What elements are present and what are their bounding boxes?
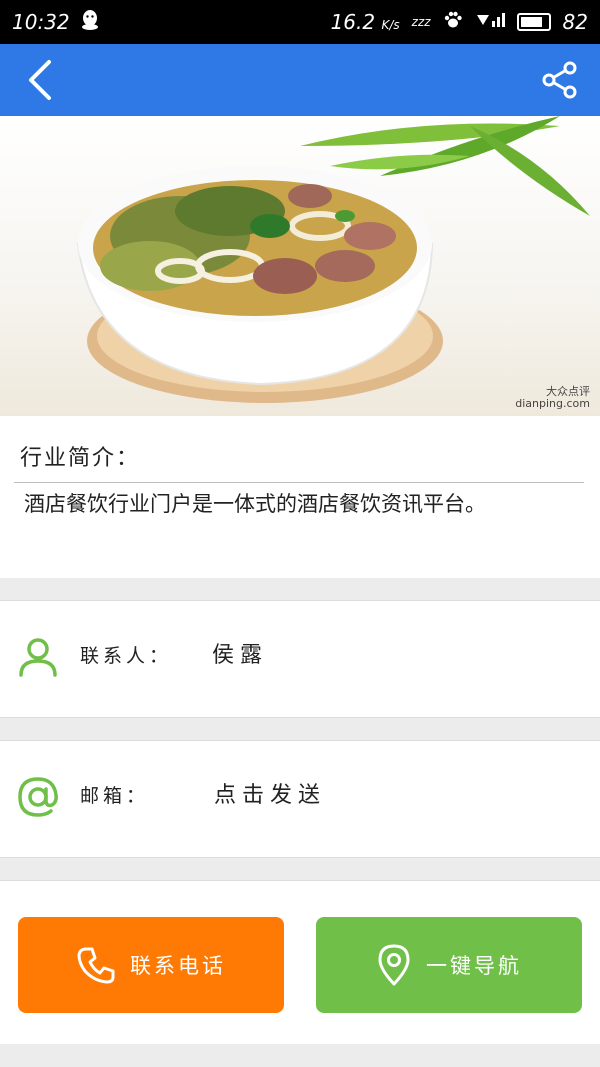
call-button[interactable]: 联系电话	[18, 917, 284, 1013]
email-card[interactable]: 邮箱： 点击发送	[0, 740, 600, 858]
qq-icon	[80, 9, 100, 36]
intro-text: 酒店餐饮行业门户是一体式的酒店餐饮资讯平台。	[24, 492, 486, 516]
chevron-left-icon	[29, 60, 51, 100]
network-speed: 16.2 K/s	[330, 10, 400, 34]
battery-icon	[516, 13, 551, 31]
email-label: 邮箱：	[80, 785, 150, 807]
battery-fill	[520, 17, 542, 27]
title-bar	[0, 44, 600, 116]
contact-card: 联系人： 侯露	[0, 600, 600, 718]
divider	[14, 482, 584, 483]
contact-label: 联系人：	[80, 645, 173, 667]
back-button[interactable]	[14, 54, 66, 106]
watermark: 大众点评 dianping.com	[515, 385, 590, 410]
clock: 10:32	[12, 10, 70, 34]
call-label: 联系电话	[130, 954, 226, 978]
sleep-icon: zzz	[411, 15, 431, 29]
noodle-bowl-illustration	[76, 116, 590, 403]
person-icon	[19, 638, 57, 677]
phone-icon	[77, 947, 115, 984]
intro-section: 行业简介： 酒店餐饮行业门户是一体式的酒店餐饮资讯平台。	[0, 416, 600, 578]
intro-heading: 行业简介：	[20, 446, 141, 471]
action-bar: 联系电话 一键导航	[0, 880, 600, 1044]
contact-name: 侯露	[212, 643, 269, 668]
location-pin-icon	[378, 944, 410, 986]
battery-level: 82	[562, 10, 588, 34]
hero-image: 大众点评 dianping.com	[0, 116, 600, 416]
signal-icon	[475, 10, 505, 34]
share-icon	[542, 61, 577, 99]
status-bar: 10:32 16.2 K/s zzz 82	[0, 0, 600, 44]
at-icon	[18, 777, 58, 817]
send-email-link[interactable]: 点击发送	[214, 777, 326, 809]
navigate-button[interactable]: 一键导航	[316, 917, 582, 1013]
navigate-label: 一键导航	[426, 954, 522, 978]
paw-icon	[443, 10, 463, 35]
share-button[interactable]	[534, 54, 586, 106]
